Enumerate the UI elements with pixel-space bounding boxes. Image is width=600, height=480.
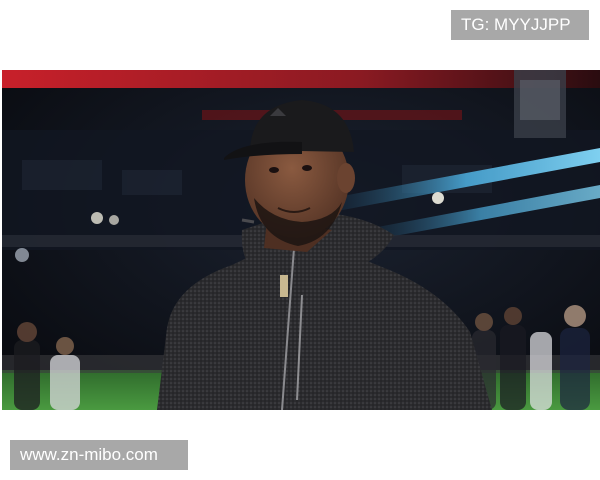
zip-pull <box>280 275 288 297</box>
roof-red-band <box>2 70 600 88</box>
photo-illustration <box>2 70 600 410</box>
photo <box>2 70 600 410</box>
watermark-bottom-label: www.zn-mibo.com <box>10 440 188 470</box>
watermark-top-label: TG: MYYJJPP <box>451 10 589 40</box>
page: TG: MYYJJPP www.zn-mibo.com <box>0 0 600 480</box>
